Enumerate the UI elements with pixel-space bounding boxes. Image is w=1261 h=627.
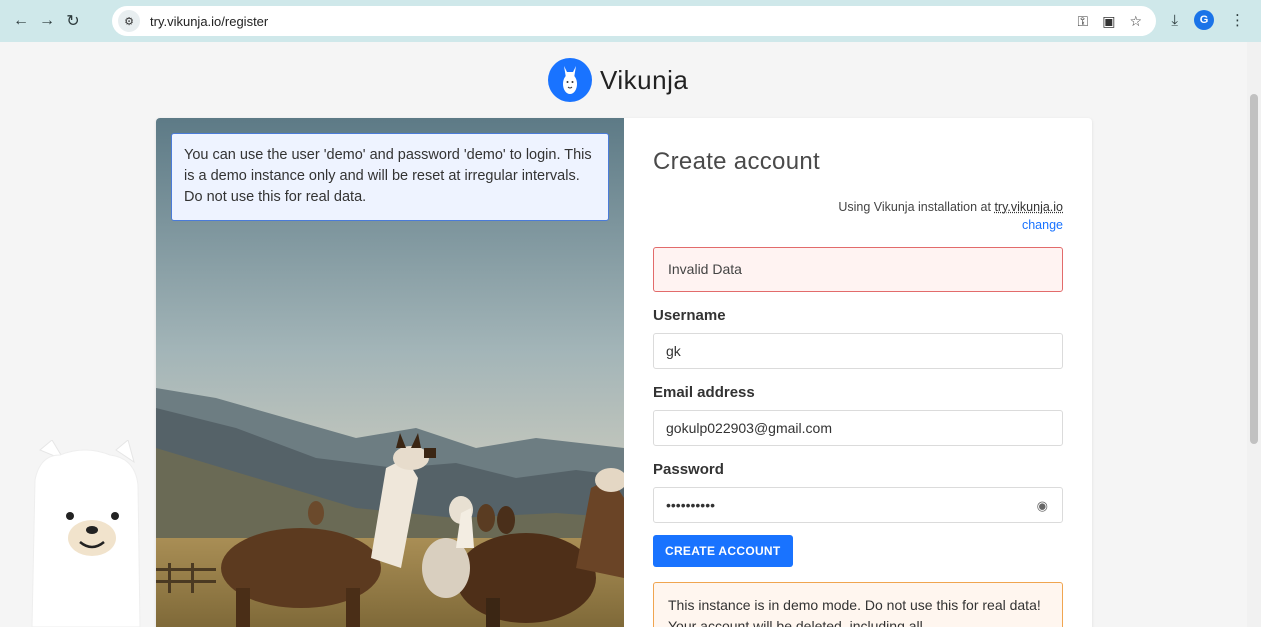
installation-host: try.vikunja.io bbox=[994, 200, 1063, 214]
app-logo: Vikunja bbox=[548, 58, 688, 102]
email-input[interactable]: gokulp022903@gmail.com bbox=[653, 410, 1063, 446]
site-settings-icon[interactable]: ⚙ bbox=[118, 10, 140, 32]
browser-toolbar: ← → ↻ ⚙ try.vikunja.io/register ⚿ ▣ ☆ ⤓ … bbox=[0, 0, 1261, 42]
create-account-button[interactable]: CREATE ACCOUNT bbox=[653, 535, 793, 567]
url-text: try.vikunja.io/register bbox=[150, 13, 269, 29]
scrollbar-thumb[interactable] bbox=[1250, 94, 1258, 444]
menu-kebab-icon[interactable]: ⋮ bbox=[1230, 11, 1245, 29]
installation-info: Using Vikunja installation at try.vikunj… bbox=[653, 198, 1063, 234]
installation-prefix: Using Vikunja installation at bbox=[838, 200, 995, 214]
change-installation-link[interactable]: change bbox=[653, 216, 1063, 234]
reload-icon[interactable]: ↻ bbox=[60, 8, 86, 34]
demo-mode-warning: This instance is in demo mode. Do not us… bbox=[653, 582, 1063, 627]
page-scrollbar[interactable] bbox=[1247, 42, 1261, 627]
password-input[interactable]: •••••••••• ◉ bbox=[653, 487, 1063, 523]
llama-photo: You can use the user 'demo' and password… bbox=[156, 118, 624, 627]
forward-icon[interactable]: → bbox=[34, 8, 60, 34]
back-icon[interactable]: ← bbox=[8, 8, 34, 34]
password-key-icon[interactable]: ⚿ bbox=[1078, 13, 1089, 30]
error-message: Invalid Data bbox=[653, 247, 1063, 292]
email-label: Email address bbox=[653, 384, 755, 401]
username-input[interactable]: gk bbox=[653, 333, 1063, 369]
show-password-eye-icon[interactable]: ◉ bbox=[1037, 498, 1048, 514]
cast-icon[interactable]: ▣ bbox=[1102, 13, 1115, 30]
address-bar[interactable]: ⚙ try.vikunja.io/register ⚿ ▣ ☆ bbox=[112, 6, 1156, 36]
bookmark-star-icon[interactable]: ☆ bbox=[1129, 13, 1142, 30]
username-value: gk bbox=[666, 343, 681, 359]
register-form: Create account Using Vikunja installatio… bbox=[653, 118, 1063, 627]
demo-login-notice: You can use the user 'demo' and password… bbox=[171, 133, 609, 221]
register-card: You can use the user 'demo' and password… bbox=[156, 118, 1092, 627]
download-icon[interactable]: ⤓ bbox=[1171, 12, 1178, 29]
password-label: Password bbox=[653, 461, 724, 478]
username-label: Username bbox=[653, 307, 726, 324]
vikunja-logo-icon bbox=[548, 58, 592, 102]
app-name: Vikunja bbox=[600, 64, 689, 95]
page-title: Create account bbox=[653, 148, 820, 175]
profile-avatar[interactable]: G bbox=[1194, 10, 1214, 30]
password-value: •••••••••• bbox=[666, 497, 716, 513]
email-value: gokulp022903@gmail.com bbox=[666, 420, 832, 436]
llama-mascot-illustration bbox=[31, 440, 141, 627]
